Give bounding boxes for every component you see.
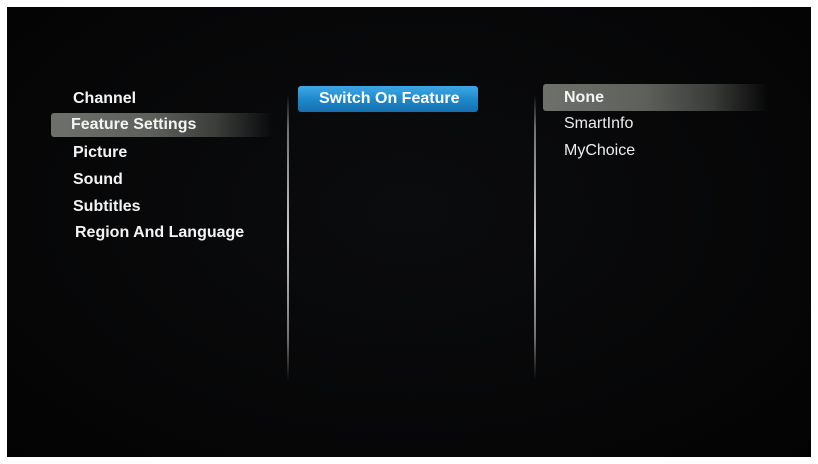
- menu-item-region-and-language[interactable]: Region And Language: [71, 221, 248, 245]
- option-smartinfo[interactable]: SmartInfo: [564, 112, 633, 136]
- tv-settings-screen: Channel Feature Settings Picture Sound S…: [7, 7, 811, 457]
- options-column: None SmartInfo MyChoice: [534, 7, 811, 457]
- menu-item-switch-on-feature[interactable]: Switch On Feature: [298, 86, 478, 112]
- menu-item-subtitles[interactable]: Subtitles: [69, 195, 145, 219]
- main-menu-column: Channel Feature Settings Picture Sound S…: [7, 7, 285, 457]
- option-none[interactable]: None: [543, 84, 768, 111]
- menu-item-sound[interactable]: Sound: [69, 168, 127, 192]
- submenu-column: Switch On Feature: [287, 7, 533, 457]
- option-mychoice[interactable]: MyChoice: [564, 139, 635, 163]
- menu-item-picture[interactable]: Picture: [69, 141, 131, 165]
- menu-item-feature-settings[interactable]: Feature Settings: [51, 113, 273, 137]
- menu-item-channel[interactable]: Channel: [69, 87, 140, 111]
